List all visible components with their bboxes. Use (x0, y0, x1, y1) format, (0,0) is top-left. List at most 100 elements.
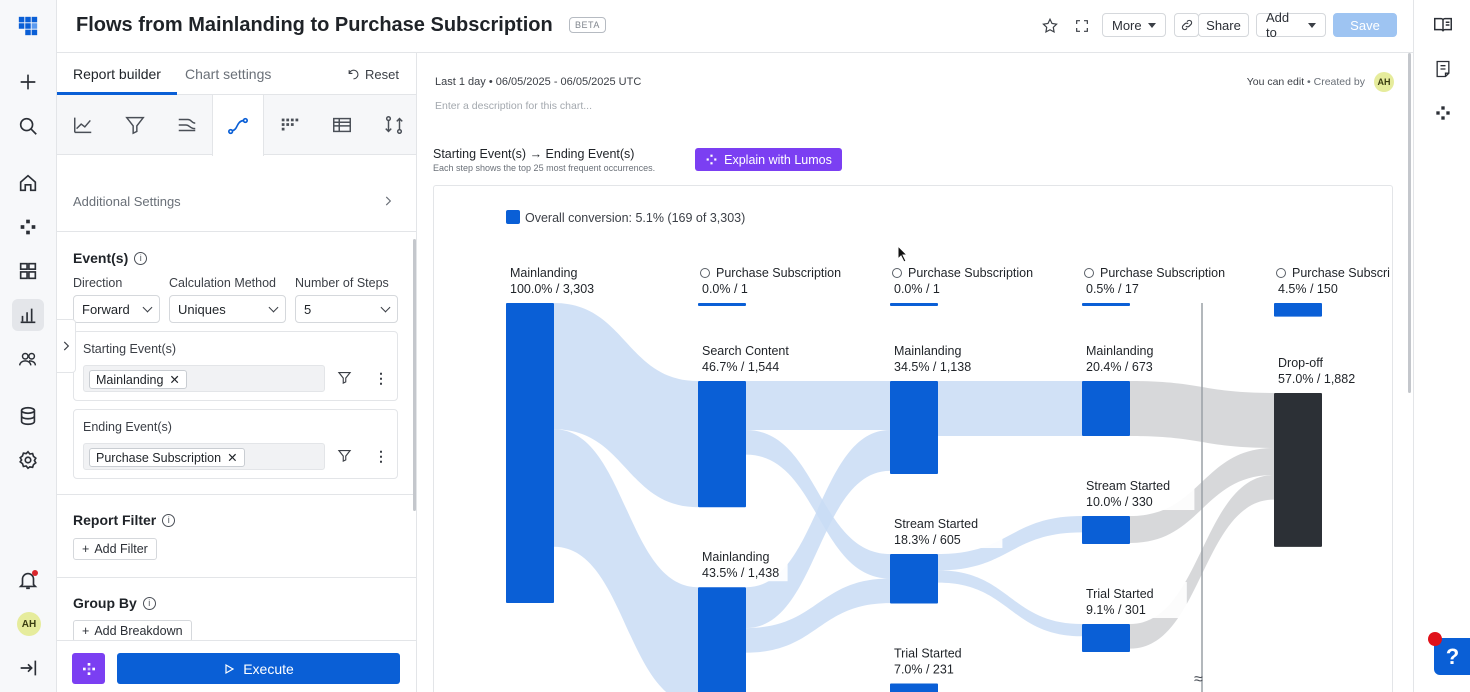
flow-node-bar (1082, 303, 1130, 306)
add-filter-button[interactable]: + Add Filter (73, 538, 157, 560)
divider (57, 231, 416, 232)
ending-events-input[interactable]: Purchase Subscription ✕ (83, 443, 325, 470)
line-chart-icon[interactable] (57, 95, 109, 155)
impact-chart-icon[interactable] (368, 95, 420, 155)
grid-chart-icon[interactable] (264, 95, 316, 155)
users-icon[interactable] (12, 343, 44, 375)
mouse-cursor-icon (897, 245, 909, 263)
notes-icon[interactable] (1430, 56, 1456, 82)
bell-icon[interactable] (12, 564, 44, 596)
retention-chart-icon[interactable] (161, 95, 213, 155)
panel-scrollbar[interactable] (413, 239, 416, 511)
direction-select[interactable]: Forward (73, 295, 160, 323)
save-button[interactable]: Save (1333, 13, 1397, 37)
dashboard-icon[interactable] (12, 255, 44, 287)
main-chart-area: Last 1 day • 06/05/2025 - 06/05/2025 UTC… (417, 53, 1413, 692)
header: Flows from Mainlanding to Purchase Subsc… (57, 0, 1413, 53)
nodes-icon[interactable] (12, 211, 44, 243)
add-breakdown-label: Add Breakdown (94, 624, 183, 638)
expand-sidebar-icon[interactable] (12, 652, 44, 684)
plus-icon[interactable] (12, 66, 44, 98)
close-icon[interactable]: ✕ (227, 450, 237, 465)
chevron-right-icon[interactable] (381, 194, 395, 211)
funnel-chart-icon[interactable] (109, 95, 161, 155)
add-breakdown-button[interactable]: + Add Breakdown (73, 620, 192, 642)
add-to-button[interactable]: Add to (1256, 10, 1326, 40)
execute-button[interactable]: Execute (117, 653, 400, 684)
copy-link-button[interactable] (1174, 13, 1199, 37)
divider (57, 577, 416, 578)
calc-method-select[interactable]: Uniques (169, 295, 286, 323)
date-range[interactable]: Last 1 day • 06/05/2025 - 06/05/2025 UTC (435, 76, 641, 88)
node-label: Purchase Subscri (1292, 266, 1390, 280)
lumos-button[interactable] (72, 653, 105, 684)
flow-node-bar (506, 303, 554, 603)
plus-icon: + (82, 624, 90, 638)
share-button[interactable]: Share (1198, 13, 1249, 37)
avatar[interactable]: AH (17, 612, 41, 636)
flow-subtitle: Each step shows the top 25 most frequent… (433, 163, 656, 173)
table-chart-icon[interactable] (316, 95, 368, 155)
ending-events-box: Ending Event(s) Purchase Subscription ✕ ⋮ (73, 409, 398, 479)
reset-button[interactable]: Reset (347, 67, 399, 82)
undo-icon (348, 69, 359, 80)
node-value: 7.0% / 231 (894, 662, 954, 676)
play-icon (225, 663, 235, 674)
fullscreen-icon[interactable] (1071, 15, 1093, 37)
close-icon[interactable]: ✕ (169, 372, 179, 387)
info-icon[interactable]: i (162, 513, 176, 527)
home-icon[interactable] (12, 167, 44, 199)
reports-icon[interactable] (12, 299, 44, 331)
additional-settings-link[interactable]: Additional Settings (73, 194, 181, 209)
creator-avatar[interactable]: AH (1374, 72, 1394, 92)
flow-node-bar (890, 554, 938, 604)
execute-label: Execute (243, 660, 294, 677)
info-icon[interactable]: i (142, 596, 156, 610)
chip-label: Purchase Subscription (96, 450, 222, 465)
explain-with-lumos-button[interactable]: Explain with Lumos (695, 148, 842, 171)
filter-icon[interactable] (337, 370, 352, 388)
left-rail: AH (0, 0, 57, 692)
node-label: Mainlanding (702, 550, 769, 564)
report-builder-panel: Report builder Chart settings Reset Addi… (57, 53, 417, 692)
tab-chart-settings[interactable]: Chart settings (185, 66, 271, 82)
steps-value: 5 (304, 301, 312, 317)
event-chip[interactable]: Purchase Subscription ✕ (89, 448, 245, 467)
settings-icon[interactable] (12, 444, 44, 476)
starting-events-label: Starting Event(s) (83, 342, 177, 356)
flow-node-bar (1274, 303, 1322, 317)
tab-report-builder[interactable]: Report builder (73, 66, 161, 82)
flow-node-bar (1082, 624, 1130, 653)
starting-events-input[interactable]: Mainlanding ✕ (83, 365, 325, 392)
node-value: 10.0% / 330 (1086, 495, 1153, 509)
event-chip[interactable]: Mainlanding ✕ (89, 370, 187, 389)
filter-icon[interactable] (337, 448, 352, 466)
ending-events-label: Ending Event(s) (83, 420, 172, 434)
flow-chart-icon[interactable] (212, 95, 264, 156)
node-value: 20.4% / 673 (1086, 360, 1153, 374)
book-icon[interactable] (1430, 12, 1456, 38)
database-icon[interactable] (12, 400, 44, 432)
nodes-icon[interactable] (1430, 100, 1456, 126)
flow-link (938, 570, 1082, 637)
main-scrollbar[interactable] (1408, 53, 1411, 393)
info-icon[interactable]: i (134, 251, 148, 265)
flow-node-bar (890, 303, 938, 306)
flow-node-bar (1082, 516, 1130, 545)
flow-chart: ≈ Mainlanding 100.0% / 3,303 Purchase Subsc… (433, 185, 1393, 692)
node-value: 0.5% / 17 (1086, 282, 1139, 296)
search-icon[interactable] (12, 110, 44, 142)
flow-node-bar (890, 683, 938, 692)
more-vertical-icon[interactable]: ⋮ (374, 370, 388, 387)
more-button[interactable]: More (1102, 13, 1166, 37)
node-label: Trial Started (1086, 587, 1154, 601)
chevron-down-icon (142, 302, 153, 312)
star-icon[interactable] (1039, 15, 1061, 37)
steps-select[interactable]: 5 (295, 295, 398, 323)
collapse-panel-handle[interactable] (57, 319, 76, 373)
more-vertical-icon[interactable]: ⋮ (374, 448, 388, 465)
permissions-text: You can edit • Created by (1247, 76, 1365, 88)
direction-label: Direction (73, 276, 123, 290)
description-input[interactable]: Enter a description for this chart... (435, 100, 592, 112)
grid-logo-icon[interactable] (12, 10, 44, 42)
